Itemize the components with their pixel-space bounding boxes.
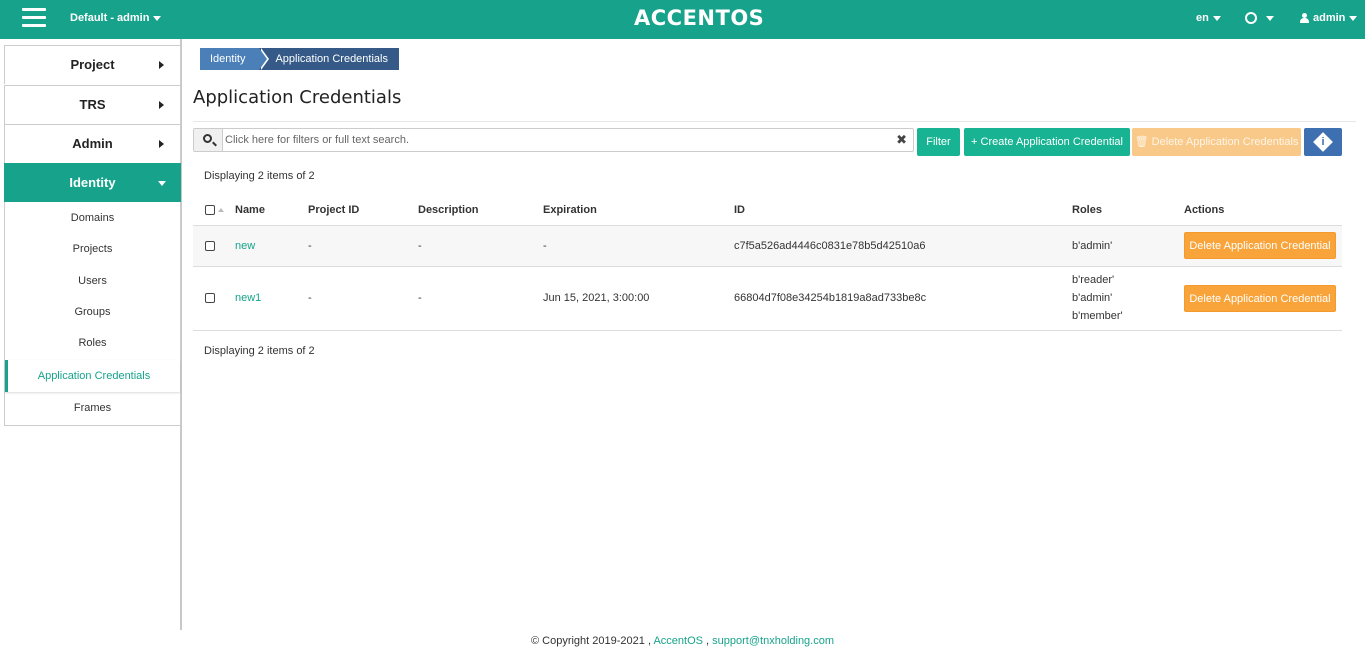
project-id-cell: - [308, 225, 418, 267]
actions-cell: Delete Application Credential [1184, 266, 1342, 331]
column-header-description[interactable]: Description [418, 195, 543, 226]
breadcrumb-identity[interactable]: Identity [200, 48, 271, 70]
sidebar-subitem-projects[interactable]: Projects [5, 234, 180, 264]
project-switcher-label: Default - admin [70, 12, 150, 24]
delete-credential-button[interactable]: Delete Application Credential [1184, 232, 1336, 259]
clear-search-icon[interactable]: ✖ [896, 132, 907, 148]
user-icon [1300, 13, 1309, 24]
sidebar-subitem-roles[interactable]: Roles [5, 328, 180, 358]
brand-logo: ACCENTOS [634, 6, 765, 30]
chevron-down-icon [1266, 15, 1274, 21]
items-count-top: Displaying 2 items of 2 [204, 170, 315, 182]
row-select-cell [193, 225, 235, 267]
sidebar-subitem-users[interactable]: Users [5, 266, 180, 296]
breadcrumb: Identity Application Credentials [200, 48, 399, 70]
sort-icon[interactable] [218, 207, 224, 212]
sidebar-item-admin[interactable]: Admin [4, 124, 181, 163]
page-title: Application Credentials [193, 87, 402, 108]
user-name: admin [1313, 12, 1346, 24]
footer: © Copyright 2019-2021 , AccentOS , suppo… [0, 635, 1365, 647]
search-bar: ✖ [193, 128, 914, 152]
column-header-expiration[interactable]: Expiration [543, 195, 734, 226]
select-all-cell [193, 195, 235, 226]
description-cell: - [418, 225, 543, 267]
table-row: new1 - - Jun 15, 2021, 3:00:00 66804d7f0… [193, 266, 1342, 331]
sidebar-item-label: TRS [79, 97, 106, 112]
search-input[interactable] [225, 129, 885, 151]
sidebar-item-label: Admin [72, 136, 113, 151]
chevron-down-icon [1349, 15, 1358, 21]
chevron-right-icon [159, 140, 164, 148]
sidebar-subitem-application-credentials[interactable]: Application Credentials [5, 360, 180, 392]
sidebar-subitem-domains[interactable]: Domains [5, 203, 180, 233]
description-cell: - [418, 266, 543, 331]
credential-name-link[interactable]: new1 [235, 292, 261, 304]
role-item: b'member' [1072, 310, 1123, 322]
chevron-down-icon [153, 15, 162, 21]
role-item: b'admin' [1072, 239, 1113, 252]
sidebar: Project TRS Admin Identity Domains Proje… [0, 39, 182, 630]
create-application-credential-button[interactable]: + Create Application Credential [964, 128, 1130, 156]
chevron-right-icon [159, 61, 164, 69]
column-header-project-id[interactable]: Project ID [308, 195, 418, 226]
identity-submenu: Domains Projects Users Groups Roles Appl… [4, 202, 181, 426]
column-header-name[interactable]: Name [235, 195, 308, 226]
gear-icon [1245, 12, 1257, 25]
sidebar-item-trs[interactable]: TRS [4, 85, 181, 124]
items-count-bottom: Displaying 2 items of 2 [204, 345, 315, 357]
user-menu[interactable]: admin [1300, 12, 1358, 24]
id-cell: c7f5a526ad4446c0831e78b5d42510a6 [734, 225, 1072, 267]
delete-credential-button[interactable]: Delete Application Credential [1184, 284, 1336, 312]
credential-name-link[interactable]: new [235, 240, 255, 252]
row-checkbox[interactable] [205, 293, 215, 304]
role-item: b'admin' [1072, 292, 1113, 304]
footer-separator: , [706, 635, 710, 647]
support-email-link[interactable]: support@tnxholding.com [712, 635, 834, 647]
actions-cell: Delete Application Credential [1184, 225, 1342, 267]
project-switcher[interactable]: Default - admin [70, 12, 162, 24]
column-header-id[interactable]: ID [734, 195, 1072, 226]
title-divider [193, 121, 1356, 122]
sidebar-item-identity[interactable]: Identity [4, 163, 181, 202]
table-header-row: Name Project ID Description Expiration I… [193, 195, 1342, 226]
sidebar-subitem-frames[interactable]: Frames [5, 393, 180, 423]
chevron-down-icon [1212, 15, 1221, 21]
breadcrumb-application-credentials: Application Credentials [259, 48, 399, 70]
language-label: en [1196, 12, 1209, 24]
chevron-right-icon [159, 101, 164, 109]
roles-cell: b'admin' [1072, 225, 1184, 267]
role-item: b'reader' [1072, 274, 1115, 286]
search-button[interactable] [194, 129, 223, 151]
row-select-cell [193, 266, 235, 331]
sidebar-subitem-groups[interactable]: Groups [5, 297, 180, 327]
copyright-text: © Copyright 2019-2021 , [530, 635, 651, 647]
sidebar-item-project[interactable]: Project [4, 45, 181, 84]
credentials-table: Name Project ID Description Expiration I… [193, 195, 1342, 331]
info-icon: i [1321, 136, 1325, 148]
table-row: new - - - c7f5a526ad4446c0831e78b5d42510… [193, 225, 1342, 267]
expiration-cell: Jun 15, 2021, 3:00:00 [543, 266, 734, 331]
column-header-roles: Roles [1072, 195, 1184, 226]
language-switcher[interactable]: en [1196, 12, 1221, 24]
project-id-cell: - [308, 266, 418, 331]
column-header-actions: Actions [1184, 195, 1342, 226]
sidebar-item-label: Identity [69, 175, 116, 190]
info-button[interactable]: i [1304, 128, 1342, 156]
accentos-link[interactable]: AccentOS [653, 635, 703, 647]
expiration-cell: - [543, 225, 734, 267]
delete-application-credentials-button[interactable]: 🗑 Delete Application Credentials [1132, 128, 1301, 156]
filter-button[interactable]: Filter [917, 128, 960, 156]
name-cell: new [235, 225, 308, 267]
hamburger-menu-icon[interactable] [22, 8, 46, 28]
roles-cell: b'reader' b'admin' b'member' [1072, 266, 1184, 331]
chevron-down-icon [158, 181, 166, 186]
id-cell: 66804d7f08e34254b1819a8ad733be8c [734, 266, 1072, 331]
sidebar-item-label: Project [70, 57, 115, 72]
name-cell: new1 [235, 266, 308, 331]
row-checkbox[interactable] [205, 240, 215, 251]
theme-menu[interactable] [1245, 12, 1274, 25]
top-navbar: Default - admin ACCENTOS en admin [0, 0, 1365, 39]
search-icon [203, 134, 212, 143]
select-all-checkbox[interactable] [205, 204, 215, 215]
